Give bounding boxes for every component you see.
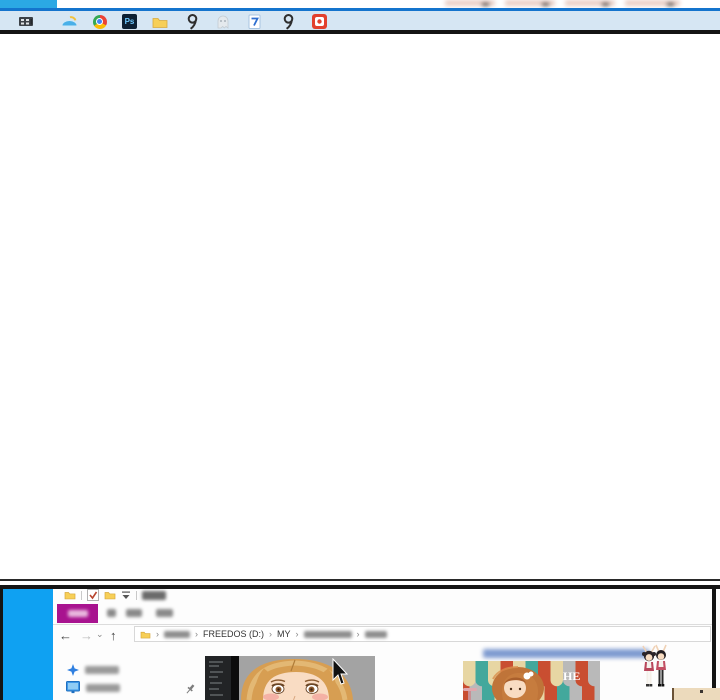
red-app-icon[interactable] xyxy=(311,14,328,29)
chrome-glyph xyxy=(93,15,107,29)
blurred-cutoff-thumbnail xyxy=(445,0,495,6)
blue-side-panel xyxy=(0,589,53,700)
swirl-glyph xyxy=(281,14,296,30)
blurred-breadcrumb-segment[interactable] xyxy=(304,631,352,638)
ghost-app-icon[interactable] xyxy=(214,14,231,29)
recent-locations-dropdown[interactable]: ⌄ xyxy=(96,628,104,641)
chibi-characters-sticker xyxy=(636,644,672,688)
breadcrumb-separator: › xyxy=(357,629,360,639)
back-button[interactable]: ← xyxy=(59,629,72,642)
photoshop-icon[interactable]: Ps xyxy=(121,14,138,29)
film-glyph xyxy=(18,14,34,29)
breadcrumb-separator: › xyxy=(156,629,159,639)
thumbnail2-title-text: HE xyxy=(563,669,580,683)
blurred-nav-label xyxy=(86,684,120,692)
cloud-app-icon[interactable] xyxy=(61,14,78,29)
blurred-window-title xyxy=(142,591,166,600)
customize-toolbar-dropdown-icon[interactable] xyxy=(121,591,131,600)
file-explorer-window xyxy=(53,589,712,700)
photoshop-glyph: Ps xyxy=(122,14,137,29)
folder-icon[interactable] xyxy=(64,590,76,600)
forward-button[interactable]: → xyxy=(80,629,93,642)
ribbon-underline xyxy=(53,624,712,625)
toolbar-separator xyxy=(81,591,82,600)
swirl-app-icon[interactable] xyxy=(184,14,201,29)
mouse-cursor xyxy=(331,658,349,685)
swirl-glyph xyxy=(185,14,200,30)
breadcrumb-folder[interactable]: MY xyxy=(277,629,291,639)
blurred-breadcrumb-segment[interactable] xyxy=(365,631,387,638)
taskbar-bottom-border xyxy=(0,30,720,34)
thumbnail-image-2[interactable]: HE xyxy=(463,661,600,700)
blurred-tab-label xyxy=(68,610,88,617)
thumbnail-image-1[interactable] xyxy=(205,656,375,700)
explorer-window-right-border xyxy=(712,589,716,700)
nav-item-desktop[interactable] xyxy=(66,681,120,694)
screen: Ps xyxy=(0,0,720,700)
folder-icon[interactable] xyxy=(104,590,116,600)
blurred-blue-text xyxy=(483,649,649,658)
panel-divider-line xyxy=(0,579,720,581)
quick-access-toolbar xyxy=(64,589,166,601)
swirl-app-icon-2[interactable] xyxy=(280,14,297,29)
blue-document-app-icon[interactable] xyxy=(246,14,263,29)
cutoff-image-detail xyxy=(700,690,703,693)
toolbar-separator xyxy=(136,591,137,600)
red-app-glyph xyxy=(312,14,327,29)
cloud-glyph xyxy=(61,15,78,29)
desktop-icon xyxy=(66,681,80,694)
ribbon-tab-blurred[interactable] xyxy=(126,609,142,617)
blurred-breadcrumb-segment[interactable] xyxy=(164,631,190,638)
blurred-cutoff-thumbnail xyxy=(565,0,615,6)
checkbox-icon[interactable] xyxy=(87,589,99,601)
ribbon-tab-file[interactable] xyxy=(57,604,98,623)
chrome-browser-icon[interactable] xyxy=(91,14,108,29)
breadcrumb-separator: › xyxy=(296,629,299,639)
cutoff-image-corner xyxy=(672,688,720,700)
breadcrumb-separator: › xyxy=(269,629,272,639)
taskbar: Ps xyxy=(0,11,720,30)
folder-glyph xyxy=(152,15,168,29)
ghost-glyph xyxy=(215,14,231,29)
ribbon-tab-blurred[interactable] xyxy=(107,609,116,617)
document-glyph xyxy=(247,14,262,30)
nav-item-quick-access[interactable] xyxy=(67,664,119,676)
blurred-cutoff-thumbnail xyxy=(505,0,555,6)
film-app-icon[interactable] xyxy=(17,14,34,29)
quick-access-star-icon xyxy=(67,664,79,676)
breadcrumb-drive[interactable]: FREEDOS (D:) xyxy=(203,629,264,639)
ribbon-tab-blurred[interactable] xyxy=(156,609,173,617)
folder-icon xyxy=(140,630,151,639)
folder-icon[interactable] xyxy=(151,14,168,29)
address-bar[interactable]: › › FREEDOS (D:) › MY › › xyxy=(134,626,711,642)
up-button[interactable]: ↑ xyxy=(110,629,117,642)
blurred-nav-label xyxy=(85,666,119,674)
breadcrumb-separator: › xyxy=(195,629,198,639)
blurred-cutoff-thumbnail xyxy=(625,0,680,6)
pin-icon[interactable] xyxy=(184,683,196,695)
